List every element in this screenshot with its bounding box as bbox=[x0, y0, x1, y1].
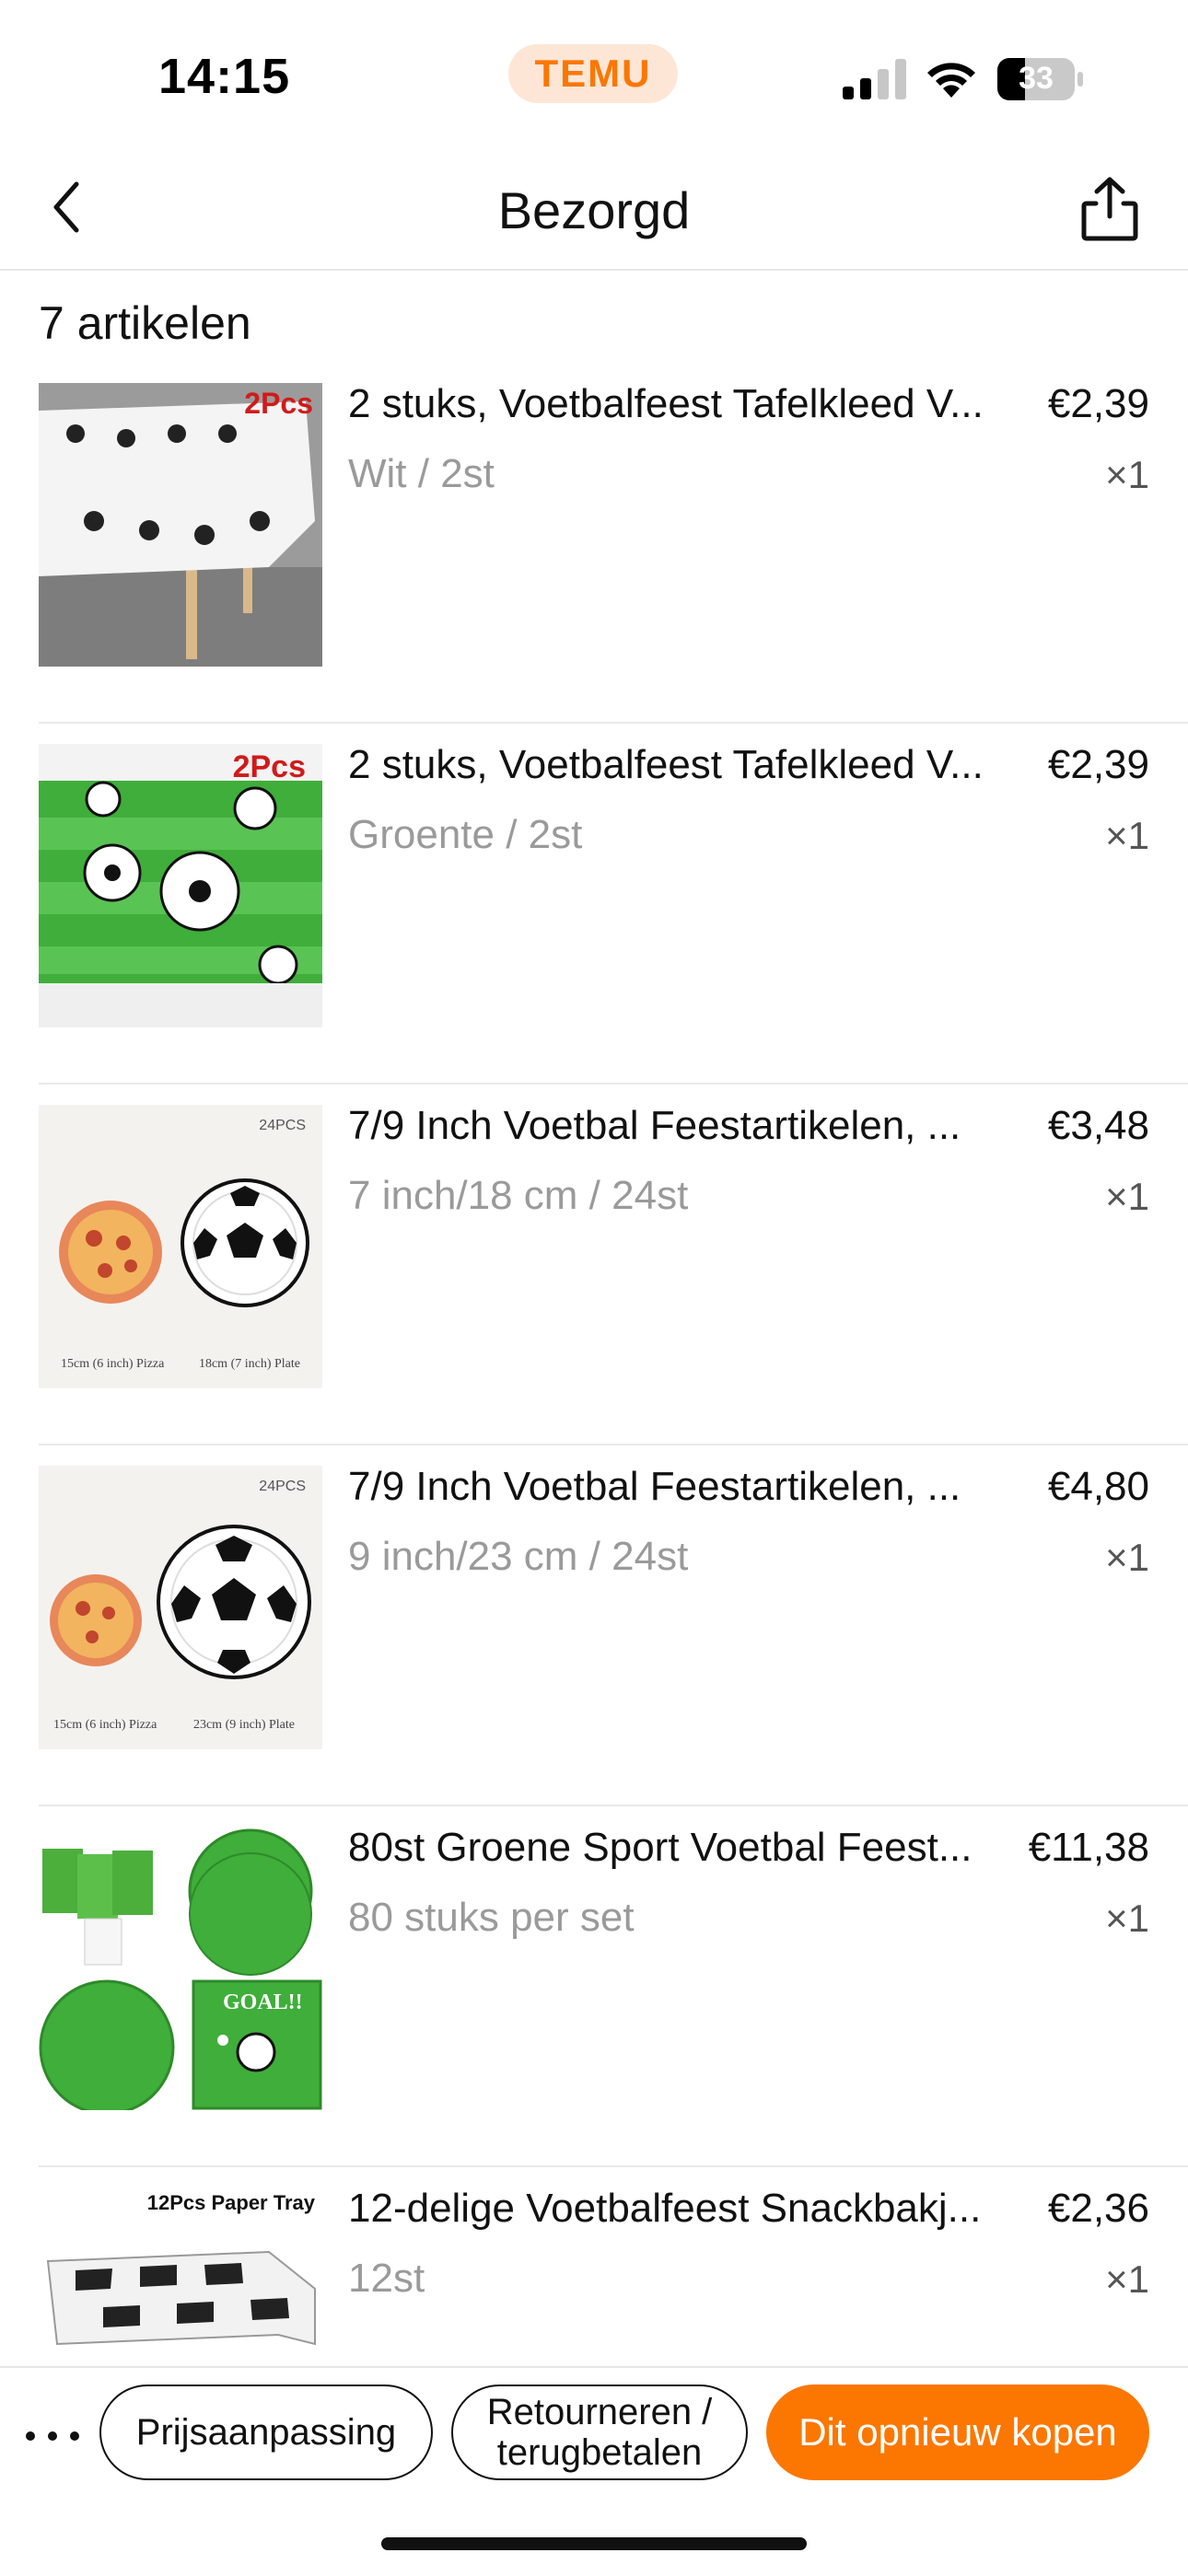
product-quantity: ×1 bbox=[1105, 2257, 1149, 2301]
thumb-caption-right: 23cm (9 inch) Plate bbox=[192, 1718, 295, 1732]
wifi-icon bbox=[927, 63, 975, 98]
signal-icon bbox=[843, 59, 906, 99]
nav-header: Bezorgd bbox=[0, 147, 1188, 271]
status-bar: 14:15 TEMU 33 bbox=[0, 0, 1188, 147]
battery-level: 33 bbox=[1019, 61, 1054, 96]
product-variant: 12st bbox=[348, 2256, 425, 2301]
product-price: €4,80 bbox=[1047, 1464, 1149, 1509]
status-time: 14:15 bbox=[158, 49, 291, 104]
plates-7inch-image bbox=[39, 1105, 322, 1388]
thumb-caption-left: 15cm (6 inch) Pizza bbox=[53, 1718, 157, 1732]
order-item[interactable]: 2Pcs 2 stuks, Voetbalfeest Tafelkleed V.… bbox=[0, 724, 1188, 1085]
share-button[interactable] bbox=[1076, 173, 1144, 245]
product-variant: Wit / 2st bbox=[348, 451, 495, 496]
product-price: €11,38 bbox=[1028, 1825, 1149, 1870]
product-thumbnail[interactable]: 24PCS 15cm (6 inch) Pizza 23cm (9 inch) … bbox=[39, 1466, 322, 1749]
plates-9inch-image bbox=[39, 1466, 322, 1749]
thumb-badge: 2Pcs bbox=[244, 387, 313, 420]
tablecloth-white-image bbox=[39, 383, 322, 667]
product-thumbnail[interactable]: 24PCS 15cm (6 inch) Pizza 18cm (7 inch) … bbox=[39, 1105, 322, 1388]
product-thumbnail[interactable]: 2Pcs bbox=[39, 744, 322, 1027]
product-name[interactable]: 7/9 Inch Voetbal Feestartikelen, ... bbox=[348, 1103, 993, 1149]
thumb-badge: 24PCS bbox=[259, 1479, 306, 1494]
product-thumbnail[interactable]: GOAL!! bbox=[39, 1827, 322, 2110]
product-name[interactable]: 7/9 Inch Voetbal Feestartikelen, ... bbox=[348, 1464, 993, 1510]
order-item[interactable]: GOAL!! 80st Groene Sport Voetbal Feest..… bbox=[0, 1806, 1188, 2167]
price-adjustment-button[interactable]: Prijsaanpassing bbox=[99, 2385, 433, 2480]
return-refund-button[interactable]: Retourneren / terugbetalen bbox=[451, 2385, 748, 2480]
product-name[interactable]: 80st Groene Sport Voetbal Feest... bbox=[348, 1825, 993, 1871]
thumb-badge: GOAL!! bbox=[223, 1990, 303, 2014]
buy-again-button[interactable]: Dit opnieuw kopen bbox=[766, 2385, 1149, 2480]
product-price: €2,39 bbox=[1047, 742, 1149, 787]
more-options-button[interactable] bbox=[26, 2418, 79, 2454]
product-quantity: ×1 bbox=[1105, 453, 1149, 496]
product-thumbnail[interactable]: 2Pcs bbox=[39, 383, 322, 667]
product-variant: 7 inch/18 cm / 24st bbox=[348, 1173, 689, 1218]
product-price: €3,48 bbox=[1047, 1103, 1149, 1148]
thumb-badge: 2Pcs bbox=[232, 749, 306, 784]
product-variant: Groente / 2st bbox=[348, 812, 583, 857]
thumb-caption-left: 15cm (6 inch) Pizza bbox=[61, 1357, 165, 1371]
product-quantity: ×1 bbox=[1105, 814, 1149, 857]
battery-icon: 33 bbox=[996, 57, 1085, 101]
product-name[interactable]: 2 stuks, Voetbalfeest Tafelkleed V... bbox=[348, 381, 993, 427]
order-item[interactable]: 2Pcs 2 stuks, Voetbalfeest Tafelkleed V.… bbox=[0, 363, 1188, 724]
more-dots-icon bbox=[26, 2431, 35, 2441]
party-set-green-image bbox=[39, 1827, 322, 2110]
order-item[interactable]: 24PCS 15cm (6 inch) Pizza 23cm (9 inch) … bbox=[0, 1445, 1188, 1806]
thumb-badge: 24PCS bbox=[259, 1118, 306, 1133]
thumb-badge: 12Pcs Paper Tray bbox=[146, 2191, 315, 2214]
page-title: Bezorgd bbox=[497, 181, 691, 239]
temu-app-badge[interactable]: TEMU bbox=[508, 44, 678, 103]
product-variant: 80 stuks per set bbox=[348, 1895, 635, 1940]
return-label-line2: terugbetalen bbox=[496, 2432, 703, 2473]
product-name[interactable]: 12-delige Voetbalfeest Snackbakj... bbox=[348, 2186, 993, 2232]
temu-badge-label: TEMU bbox=[534, 52, 652, 95]
product-quantity: ×1 bbox=[1105, 1897, 1149, 1940]
product-quantity: ×1 bbox=[1105, 1175, 1149, 1218]
share-icon bbox=[1081, 177, 1138, 241]
tablecloth-green-image bbox=[39, 744, 322, 1027]
order-item-list: 2Pcs 2 stuks, Voetbalfeest Tafelkleed V.… bbox=[0, 363, 1188, 2528]
thumb-caption-right: 18cm (7 inch) Plate bbox=[198, 1357, 300, 1371]
product-price: €2,36 bbox=[1047, 2186, 1149, 2231]
home-indicator bbox=[381, 2537, 807, 2550]
order-item[interactable]: 24PCS 15cm (6 inch) Pizza 18cm (7 inch) … bbox=[0, 1085, 1188, 1445]
item-count-label: 7 artikelen bbox=[39, 297, 251, 349]
product-price: €2,39 bbox=[1047, 381, 1149, 426]
product-name[interactable]: 2 stuks, Voetbalfeest Tafelkleed V... bbox=[348, 742, 993, 788]
product-quantity: ×1 bbox=[1105, 1536, 1149, 1579]
return-label-line1: Retourneren / bbox=[486, 2392, 713, 2432]
product-variant: 9 inch/23 cm / 24st bbox=[348, 1534, 689, 1579]
